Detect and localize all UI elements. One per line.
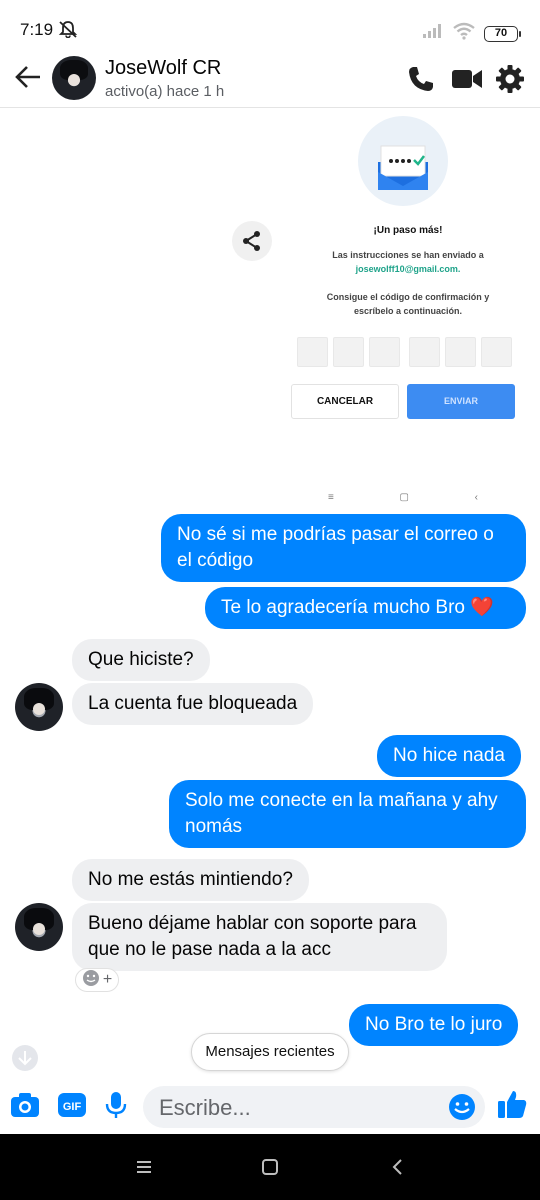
card-nav-home: ▢ — [399, 492, 409, 503]
message-placeholder: Escribe... — [159, 1095, 251, 1120]
back-icon[interactable] — [389, 1158, 407, 1181]
contact-avatar-small[interactable] — [15, 683, 63, 731]
incoming-message[interactable]: La cuenta fue bloqueada — [72, 683, 314, 725]
card-text: Las instrucciones se han enviado a — [332, 250, 484, 260]
message-text: La cuenta fue bloqueada — [88, 693, 298, 714]
mic-icon[interactable] — [101, 1090, 131, 1120]
contact-avatar-small[interactable] — [15, 903, 63, 951]
card-email: josewolff10@gmail.com. — [355, 264, 461, 274]
scroll-down-button[interactable] — [12, 1045, 38, 1071]
message-input[interactable]: Escribe... — [143, 1086, 485, 1128]
home-icon[interactable] — [261, 1158, 279, 1181]
outgoing-message[interactable]: Te lo agradecería mucho Bro ❤️ — [205, 587, 526, 629]
battery-indicator: 70 — [484, 25, 521, 42]
code-box — [445, 337, 476, 367]
code-box — [481, 337, 512, 367]
card-text: escríbelo a continuación. — [353, 306, 463, 316]
message-text: No hice nada — [393, 745, 505, 766]
recents-icon[interactable] — [135, 1158, 153, 1181]
wifi-icon — [452, 22, 476, 45]
message-text: Te lo agradecería mucho Bro ❤️ — [221, 597, 494, 618]
card-nav-menu: ≡ — [328, 492, 334, 503]
signal-icon — [422, 23, 444, 44]
card-text: Consigue el código de confirmación y — [326, 292, 490, 302]
message-text: No me estás mintiendo? — [88, 869, 293, 890]
status-bar: 7:19 70 — [0, 0, 540, 48]
emoji-icon[interactable] — [447, 1092, 477, 1122]
add-reaction-button[interactable]: + — [75, 968, 119, 992]
card-nav-bar: ≡ ▢ ‹ — [328, 492, 478, 503]
message-text: el código — [177, 550, 254, 571]
gear-icon[interactable] — [495, 64, 525, 94]
message-text: No sé si me podrías pasar el correo o — [177, 524, 494, 545]
back-arrow-icon[interactable] — [14, 62, 44, 92]
shared-image[interactable]: ¡Un paso más! Las instrucciones se han e… — [288, 108, 528, 508]
message-text: Solo me conecte en la mañana y ahy — [185, 790, 498, 811]
composer-bar: GIF Escribe... — [0, 1078, 540, 1134]
share-icon — [241, 230, 263, 257]
incoming-message[interactable]: No me estás mintiendo? — [72, 859, 309, 901]
clock: 7:19 — [20, 20, 54, 39]
plus-icon: + — [102, 971, 113, 988]
contact-name[interactable]: JoseWolf CR — [105, 57, 221, 80]
emoji-icon — [82, 969, 100, 992]
message-text: nomás — [185, 816, 243, 837]
camera-icon[interactable] — [10, 1090, 40, 1120]
card-cancel-button: CANCELAR — [291, 384, 399, 419]
code-input-row — [297, 337, 512, 367]
message-text: que no le pase nada a la acc — [88, 939, 331, 960]
message-text: No Bro te lo juro — [365, 1014, 503, 1035]
outgoing-message[interactable]: No sé si me podrías pasar el correo o el… — [161, 514, 526, 582]
svg-text:GIF: GIF — [63, 1101, 82, 1113]
incoming-message[interactable]: Bueno déjame hablar con soporte para que… — [72, 903, 447, 971]
code-box — [333, 337, 364, 367]
phone-icon[interactable] — [406, 64, 436, 94]
contact-status: activo(a) hace 1 h — [105, 83, 225, 100]
message-text: Que hiciste? — [88, 649, 194, 670]
contact-avatar[interactable] — [52, 56, 96, 100]
code-box — [369, 337, 400, 367]
share-button[interactable] — [232, 221, 272, 261]
outgoing-message[interactable]: Solo me conecte en la mañana y ahy nomás — [169, 780, 526, 848]
arrow-down-icon — [17, 1049, 33, 1072]
code-box — [297, 337, 328, 367]
recent-messages-button[interactable]: Mensajes recientes — [191, 1033, 349, 1071]
outgoing-message[interactable]: No Bro te lo juro — [349, 1004, 519, 1046]
video-icon[interactable] — [451, 64, 483, 94]
like-icon[interactable] — [496, 1088, 528, 1118]
message-text: Bueno déjame hablar con soporte para — [88, 913, 417, 934]
outgoing-message[interactable]: No hice nada — [377, 735, 521, 777]
system-nav-bar — [0, 1134, 540, 1200]
card-send-button: ENVIAR — [407, 384, 515, 419]
card-title: ¡Un paso más! — [373, 225, 443, 236]
mute-icon — [58, 20, 78, 43]
gif-icon[interactable]: GIF — [57, 1090, 87, 1120]
code-box — [409, 337, 440, 367]
incoming-message[interactable]: Que hiciste? — [72, 639, 210, 681]
card-nav-back: ‹ — [474, 492, 478, 503]
envelope-icon — [358, 116, 448, 206]
chat-header: JoseWolf CR activo(a) hace 1 h — [0, 48, 540, 108]
